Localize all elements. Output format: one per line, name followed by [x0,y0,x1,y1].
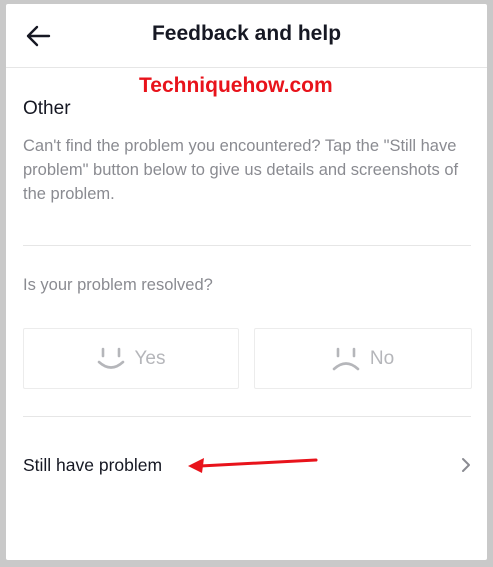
section-description: Can't find the problem you encountered? … [23,137,459,203]
section-title: Other [23,98,71,119]
no-button[interactable]: No [254,328,472,389]
watermark-text: Techniquehow.com [139,74,333,97]
annotation-arrow-icon [188,458,318,473]
yes-label: Yes [134,347,166,369]
still-have-problem-label: Still have problem [23,454,163,475]
sad-icon [332,347,360,370]
no-label: No [369,347,395,369]
smile-icon [97,347,124,369]
yes-button[interactable]: Yes [23,328,239,389]
chevron-right-icon [462,458,470,472]
feedback-screen: Feedback and help Techniquehow.com Other… [6,4,487,560]
resolved-question: Is your problem resolved? [23,276,213,294]
top-bar: Feedback and help [6,4,487,68]
divider [23,416,471,417]
page-title: Feedback and help [151,22,342,45]
divider [23,245,471,246]
